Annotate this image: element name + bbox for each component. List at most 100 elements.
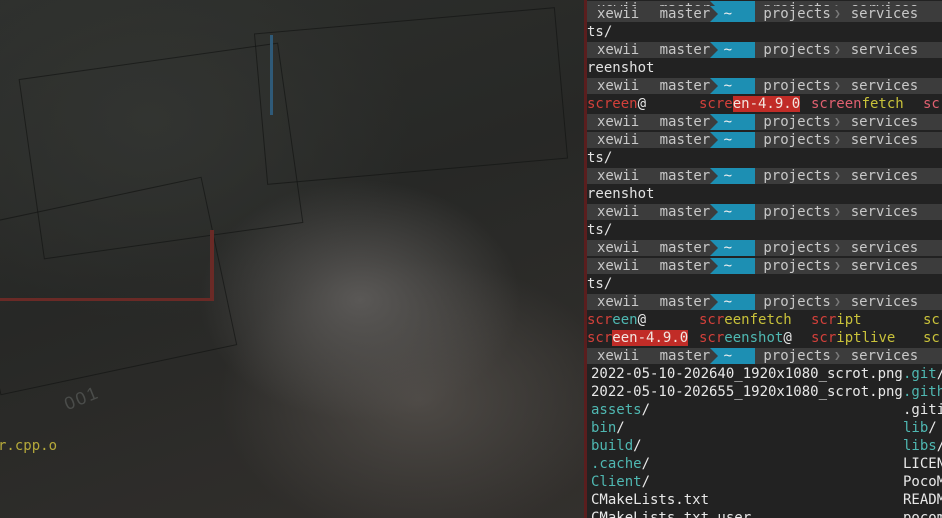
completion-prefix: scr <box>811 312 837 328</box>
prompt-user: xewii <box>587 204 646 220</box>
segment-arrow-icon <box>709 168 718 184</box>
segment-arrow-icon <box>645 294 654 310</box>
segment-arrow-icon <box>709 114 718 130</box>
segment-arrow-icon <box>747 204 756 220</box>
file-name: lib <box>903 420 929 436</box>
segment-arrow-icon <box>747 78 756 94</box>
chevron-right-icon: ❯ <box>834 7 841 20</box>
file-entry[interactable]: pocom <box>903 509 942 518</box>
file-entry[interactable]: assets/ <box>591 401 650 419</box>
completion-line: screen-4.9.0 screenshot@ scriptlive sc <box>587 329 942 347</box>
prompt: xewiimaster~projects❯services <box>587 168 942 184</box>
dir-slash: / <box>928 420 937 436</box>
prompt-branch: master <box>645 132 710 148</box>
completion-suffix: eenshot <box>724 330 784 346</box>
prompt-user: xewii <box>587 132 646 148</box>
completion-suffix: eenfetch <box>724 312 792 328</box>
file-entry[interactable]: CMakeLists.txt.user <box>591 509 751 518</box>
completion-highlight: en-4.9.0 <box>732 96 801 112</box>
file-entry[interactable]: .git/ <box>903 365 942 383</box>
prompt-user: xewii <box>587 114 646 130</box>
file-entry[interactable]: 2022-05-10-202655_1920x1080_scrot.png <box>591 383 903 401</box>
wallpaper-panel <box>0 176 238 396</box>
file-entry[interactable]: .cache/ <box>591 455 650 473</box>
completion-prefix: scr <box>699 330 725 346</box>
terminal-output-line: reenshot <box>587 60 655 76</box>
prompt-dir-services: services <box>842 114 942 130</box>
file-name: bin <box>591 420 617 436</box>
terminal-prompt-line: xewiimaster~projects❯services <box>587 293 942 311</box>
file-entry[interactable]: READM <box>903 491 942 509</box>
completion-item: screen <box>587 96 638 112</box>
segment-arrow-icon <box>645 114 654 130</box>
prompt-user: xewii <box>587 348 646 364</box>
file-entry[interactable]: 2022-05-10-202640_1920x1080_scrot.png <box>591 365 903 383</box>
prompt: xewiimaster~projects❯services <box>587 42 942 58</box>
link-marker: @ <box>783 330 792 346</box>
chevron-right-icon: ❯ <box>834 259 841 272</box>
segment-arrow-icon <box>709 204 718 220</box>
file-name: Client <box>591 474 642 490</box>
prompt: xewiimaster~projects❯services <box>587 78 942 94</box>
chevron-right-icon: ❯ <box>834 133 841 146</box>
file-entry[interactable]: lib/ <box>903 419 937 437</box>
completion-item: screen-4.9.0 <box>587 330 689 346</box>
chevron-right-icon: ❯ <box>834 349 841 362</box>
completion-prefix: scr <box>811 330 837 346</box>
completion-prefix: scr <box>587 330 613 346</box>
file-entry[interactable]: .giti <box>903 401 942 419</box>
link-marker: @ <box>637 96 647 112</box>
terminal-prompt-line: xewiimaster~projects❯services <box>587 131 942 149</box>
prompt-user: xewii <box>587 240 646 256</box>
prompt-user: xewii <box>587 258 646 274</box>
segment-arrow-icon <box>709 78 718 94</box>
terminal-window[interactable]: xewiimaster~projects❯servicesxewiimaster… <box>587 0 942 518</box>
prompt-dir-projects: projects❯ <box>755 78 843 94</box>
terminal-prompt-line: xewiimaster~projects❯services <box>587 77 942 95</box>
prompt: xewiimaster~projects❯services <box>587 132 942 148</box>
chevron-right-icon: ❯ <box>834 295 841 308</box>
desktop-wallpaper: 001 r.cpp.o <box>0 0 584 518</box>
chevron-right-icon: ❯ <box>834 205 841 218</box>
terminal-output-line: ts/ <box>587 150 613 166</box>
dir-slash: / <box>641 402 651 418</box>
file-entry[interactable]: build/ <box>591 437 642 455</box>
file-name: .cache <box>591 456 642 472</box>
segment-arrow-icon <box>645 78 654 94</box>
segment-arrow-icon <box>645 168 654 184</box>
segment-arrow-icon <box>747 42 756 58</box>
file-entry[interactable]: LICEN <box>903 455 942 473</box>
segment-arrow-icon <box>747 294 756 310</box>
prompt-dir-services: services <box>842 6 942 22</box>
prompt-user: xewii <box>587 168 646 184</box>
file-entry[interactable]: .gith/ <box>903 383 942 401</box>
prompt-user: xewii <box>587 78 646 94</box>
file-entry[interactable]: libs/ <box>903 437 942 455</box>
terminal-output-line: ts/ <box>587 222 613 238</box>
prompt: xewiimaster~projects❯services <box>587 114 942 130</box>
file-entry[interactable]: bin/ <box>591 419 625 437</box>
file-entry[interactable]: PocoM <box>903 473 942 491</box>
file-entry[interactable]: Client/ <box>591 473 650 491</box>
terminal-prompt-line: xewiimaster~projects❯services <box>587 113 942 131</box>
completion-item: sc <box>923 312 940 328</box>
prompt-branch: master <box>645 294 710 310</box>
terminal-output-line: ts/ <box>587 276 613 292</box>
prompt-branch: master <box>645 6 710 22</box>
file-name: build <box>591 438 634 454</box>
prompt-dir-services: services <box>842 348 942 364</box>
prompt: xewiimaster~projects❯services <box>587 204 942 220</box>
file-entry[interactable]: CMakeLists.txt <box>591 491 709 509</box>
segment-arrow-icon <box>709 6 718 22</box>
prompt-dir-projects: projects❯ <box>755 168 843 184</box>
prompt-dir-projects: projects❯ <box>755 114 843 130</box>
dir-slash: / <box>937 366 942 382</box>
completion-highlight: een-4.9.0 <box>612 330 689 346</box>
completion-line: screen@ screen-4.9.0 screenfetch sc <box>587 95 942 113</box>
prompt: xewiimaster~projects❯services <box>587 240 942 256</box>
completion-item: screen@ <box>587 312 646 328</box>
segment-arrow-icon <box>747 114 756 130</box>
segment-arrow-icon <box>709 132 718 148</box>
file-name: pocom <box>903 510 942 518</box>
file-name: CMakeLists.txt <box>591 492 710 508</box>
